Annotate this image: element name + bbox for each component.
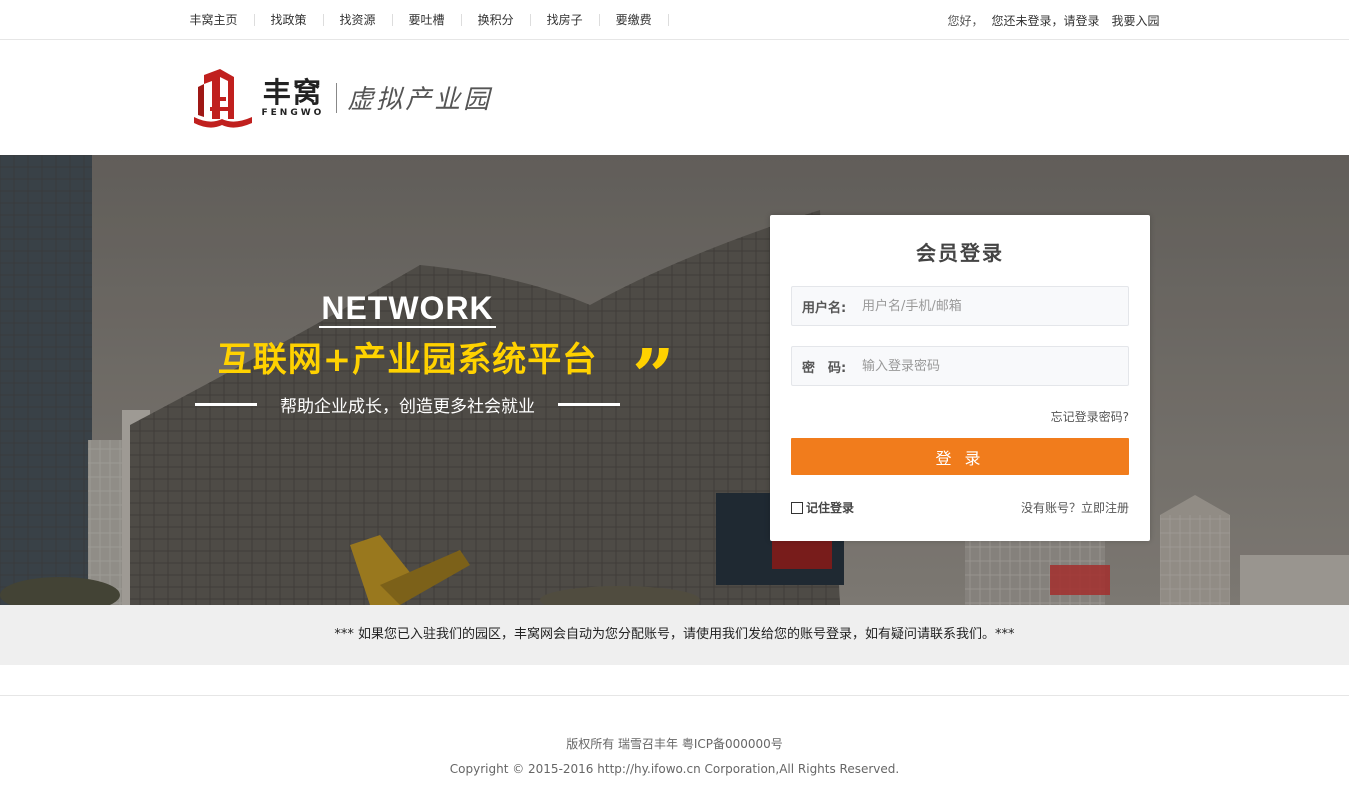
site-header: 丰窝 FENGWO 虚拟产业园 — [0, 40, 1349, 155]
notice-bar: *** 如果您已入驻我们的园区，丰窝网会自动为您分配账号，请使用我们发给您的账号… — [0, 605, 1349, 665]
nav-payment[interactable]: 要缴费 — [600, 14, 669, 26]
site-footer: 版权所有 瑞雪召丰年 粤ICP备000000号 Copyright © 2015… — [0, 735, 1349, 778]
register-link[interactable]: 没有账号？立即注册 — [1021, 499, 1129, 516]
footer-divider — [0, 695, 1349, 696]
nav-home[interactable]: 丰窝主页 — [190, 14, 255, 26]
logo-subtitle: 虚拟产业园 — [347, 85, 493, 115]
login-button[interactable]: 登 录 — [791, 438, 1129, 475]
nav-feedback[interactable]: 要吐槽 — [393, 14, 462, 26]
site-logo[interactable]: 丰窝 FENGWO 虚拟产业园 — [190, 67, 493, 129]
username-input[interactable] — [862, 288, 1128, 324]
footer-copyright-en: Copyright © 2015-2016 http://hy.ifowo.cn… — [449, 762, 900, 776]
password-label: 密 码: — [802, 360, 847, 376]
slogan-line-right — [558, 403, 620, 406]
login-panel: 会员登录 用户名: 密 码: 忘记登录密码? 登 录 记住登录 没有账号？立即注… — [770, 215, 1150, 541]
nav-resource[interactable]: 找资源 — [324, 14, 393, 26]
password-field: 密 码: — [791, 346, 1129, 386]
password-input[interactable] — [862, 348, 1128, 384]
top-bar: 丰窝主页 找政策 找资源 要吐槽 换积分 找房子 要缴费 您好， 您还未登录，请… — [0, 0, 1349, 40]
logo-divider — [336, 82, 338, 113]
nav-policy[interactable]: 找政策 — [255, 14, 324, 26]
slogan-cn: 互联网+产业园系统平台 — [217, 340, 598, 380]
remember-label: 记住登录 — [806, 501, 855, 515]
logo-cn-text: 丰窝 — [262, 75, 323, 109]
slogan-sub-row: 帮助企业成长，创造更多社会就业 — [195, 392, 620, 417]
logo-building-icon — [193, 68, 252, 128]
top-nav: 丰窝主页 找政策 找资源 要吐槽 换积分 找房子 要缴费 — [190, 14, 669, 26]
quote-mark-icon: ” — [632, 334, 675, 420]
user-status: 您好， 您还未登录，请登录 我要入园 — [947, 12, 1159, 29]
remember-me[interactable]: 记住登录 — [791, 499, 854, 516]
logo-en-text: FENGWO — [261, 107, 325, 118]
footer-copyright-cn: 版权所有 瑞雪召丰年 粤ICP备000000号 — [566, 737, 783, 751]
login-link[interactable]: 您还未登录，请登录 — [991, 12, 1099, 29]
nav-house[interactable]: 找房子 — [531, 14, 600, 26]
login-title: 会员登录 — [916, 241, 1004, 265]
forgot-password-link[interactable]: 忘记登录密码? — [791, 408, 1129, 425]
username-field: 用户名: — [791, 286, 1129, 326]
nav-points[interactable]: 换积分 — [462, 14, 531, 26]
remember-checkbox[interactable] — [791, 501, 803, 514]
greeting-text: 您好， — [947, 13, 984, 28]
slogan-line-left — [195, 403, 257, 406]
slogan-subtitle: 帮助企业成长，创造更多社会就业 — [280, 397, 535, 417]
login-options: 记住登录 没有账号？立即注册 — [791, 499, 1129, 516]
username-label: 用户名: — [802, 300, 847, 316]
join-park-link[interactable]: 我要入园 — [1111, 12, 1159, 29]
slogan-en: NETWORK — [319, 290, 496, 328]
logo-wordmark: 丰窝 FENGWO — [261, 75, 325, 118]
banner-slogan: NETWORK 互联网+产业园系统平台 帮助企业成长，创造更多社会就业 — [195, 290, 620, 417]
